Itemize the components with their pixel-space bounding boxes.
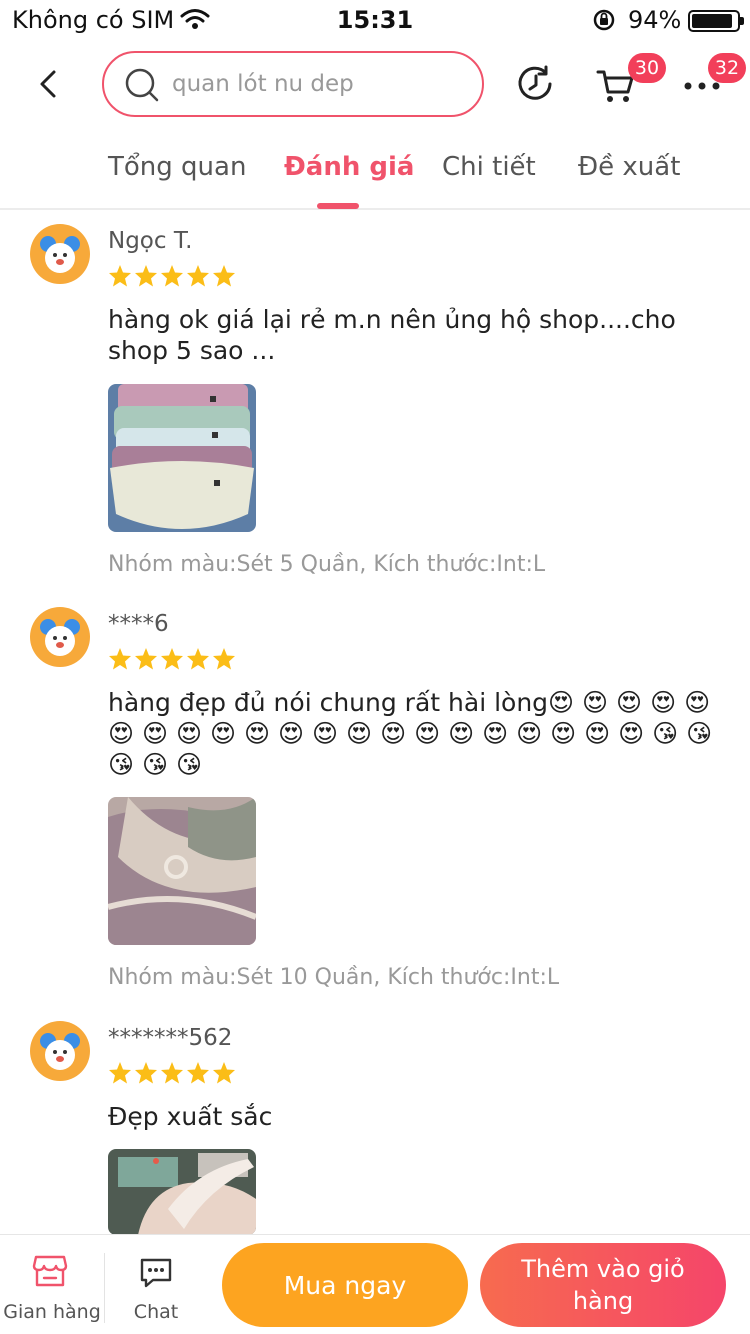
tab-bar: Tổng quan Đánh giá Chi tiết Đề xuất [0, 134, 750, 210]
review-text: hàng ok giá lại rẻ m.n nên ủng hộ shop..… [108, 305, 676, 365]
battery-tip [740, 17, 744, 25]
avatar[interactable] [30, 224, 90, 284]
star-rating [108, 1061, 236, 1085]
chat-label: Chat [133, 1301, 179, 1323]
chat-button[interactable]: Chat [106, 1235, 206, 1334]
avatar[interactable] [30, 1021, 90, 1081]
variant-info: Nhóm màu:Sét 10 Quần, Kích thước:Int:L [108, 965, 560, 990]
star-icon [135, 1062, 157, 1084]
tab-reviews[interactable]: Đánh giá [284, 152, 414, 182]
star-icon [109, 1062, 131, 1084]
tab-suggestions[interactable]: Đề xuất [578, 152, 680, 182]
star-icon [109, 648, 131, 670]
reviewer-name: ****6 [108, 611, 169, 637]
bottom-action-bar: Gian hàng Chat Mua ngay Thêm vào giỏ hàn… [0, 1234, 750, 1334]
star-icon [213, 1062, 235, 1084]
cart-count-badge: 30 [628, 53, 666, 83]
more-count-badge: 32 [708, 53, 746, 83]
battery-percentage: 94% [628, 6, 682, 34]
star-icon [135, 265, 157, 287]
star-icon [187, 265, 209, 287]
star-icon [135, 648, 157, 670]
star-icon [187, 648, 209, 670]
buy-now-button[interactable]: Mua ngay [222, 1243, 468, 1327]
battery-fill [692, 14, 732, 28]
store-button[interactable]: Gian hàng [0, 1235, 104, 1334]
battery-icon [688, 10, 744, 32]
star-rating [108, 264, 236, 288]
status-bar: Không có SIM 15:31 94% [0, 0, 750, 40]
back-icon[interactable] [30, 64, 70, 104]
chat-icon [140, 1258, 172, 1288]
star-icon [213, 265, 235, 287]
history-icon[interactable] [516, 64, 556, 104]
rotation-lock-icon [593, 9, 615, 31]
active-tab-indicator [317, 203, 359, 209]
variant-info: Nhóm màu:Sét 5 Quần, Kích thước:Int:L [108, 552, 546, 577]
avatar[interactable] [30, 607, 90, 667]
review-photo[interactable] [108, 797, 256, 945]
search-bar[interactable] [102, 51, 484, 117]
store-icon [32, 1255, 68, 1287]
star-icon [161, 1062, 183, 1084]
add-to-cart-button[interactable]: Thêm vào giỏ hàng [480, 1243, 726, 1327]
reviewer-name: Ngọc T. [108, 228, 193, 254]
tab-details[interactable]: Chi tiết [442, 152, 536, 182]
store-label: Gian hàng [3, 1301, 101, 1323]
review-text: hàng đẹp đủ nói chung rất hài lòng😍 😍 😍 … [108, 688, 713, 779]
review-photo[interactable] [108, 1149, 256, 1235]
search-icon [125, 68, 159, 102]
star-rating [108, 647, 236, 671]
star-icon [213, 648, 235, 670]
search-input[interactable] [172, 53, 472, 115]
star-icon [187, 1062, 209, 1084]
review-text: Đẹp xuất sắc [108, 1102, 273, 1131]
review-photo[interactable] [108, 384, 256, 532]
tab-overview[interactable]: Tổng quan [108, 152, 246, 182]
star-icon [161, 648, 183, 670]
star-icon [161, 265, 183, 287]
reviewer-name: *******562 [108, 1025, 233, 1051]
divider [104, 1253, 105, 1323]
star-icon [109, 265, 131, 287]
